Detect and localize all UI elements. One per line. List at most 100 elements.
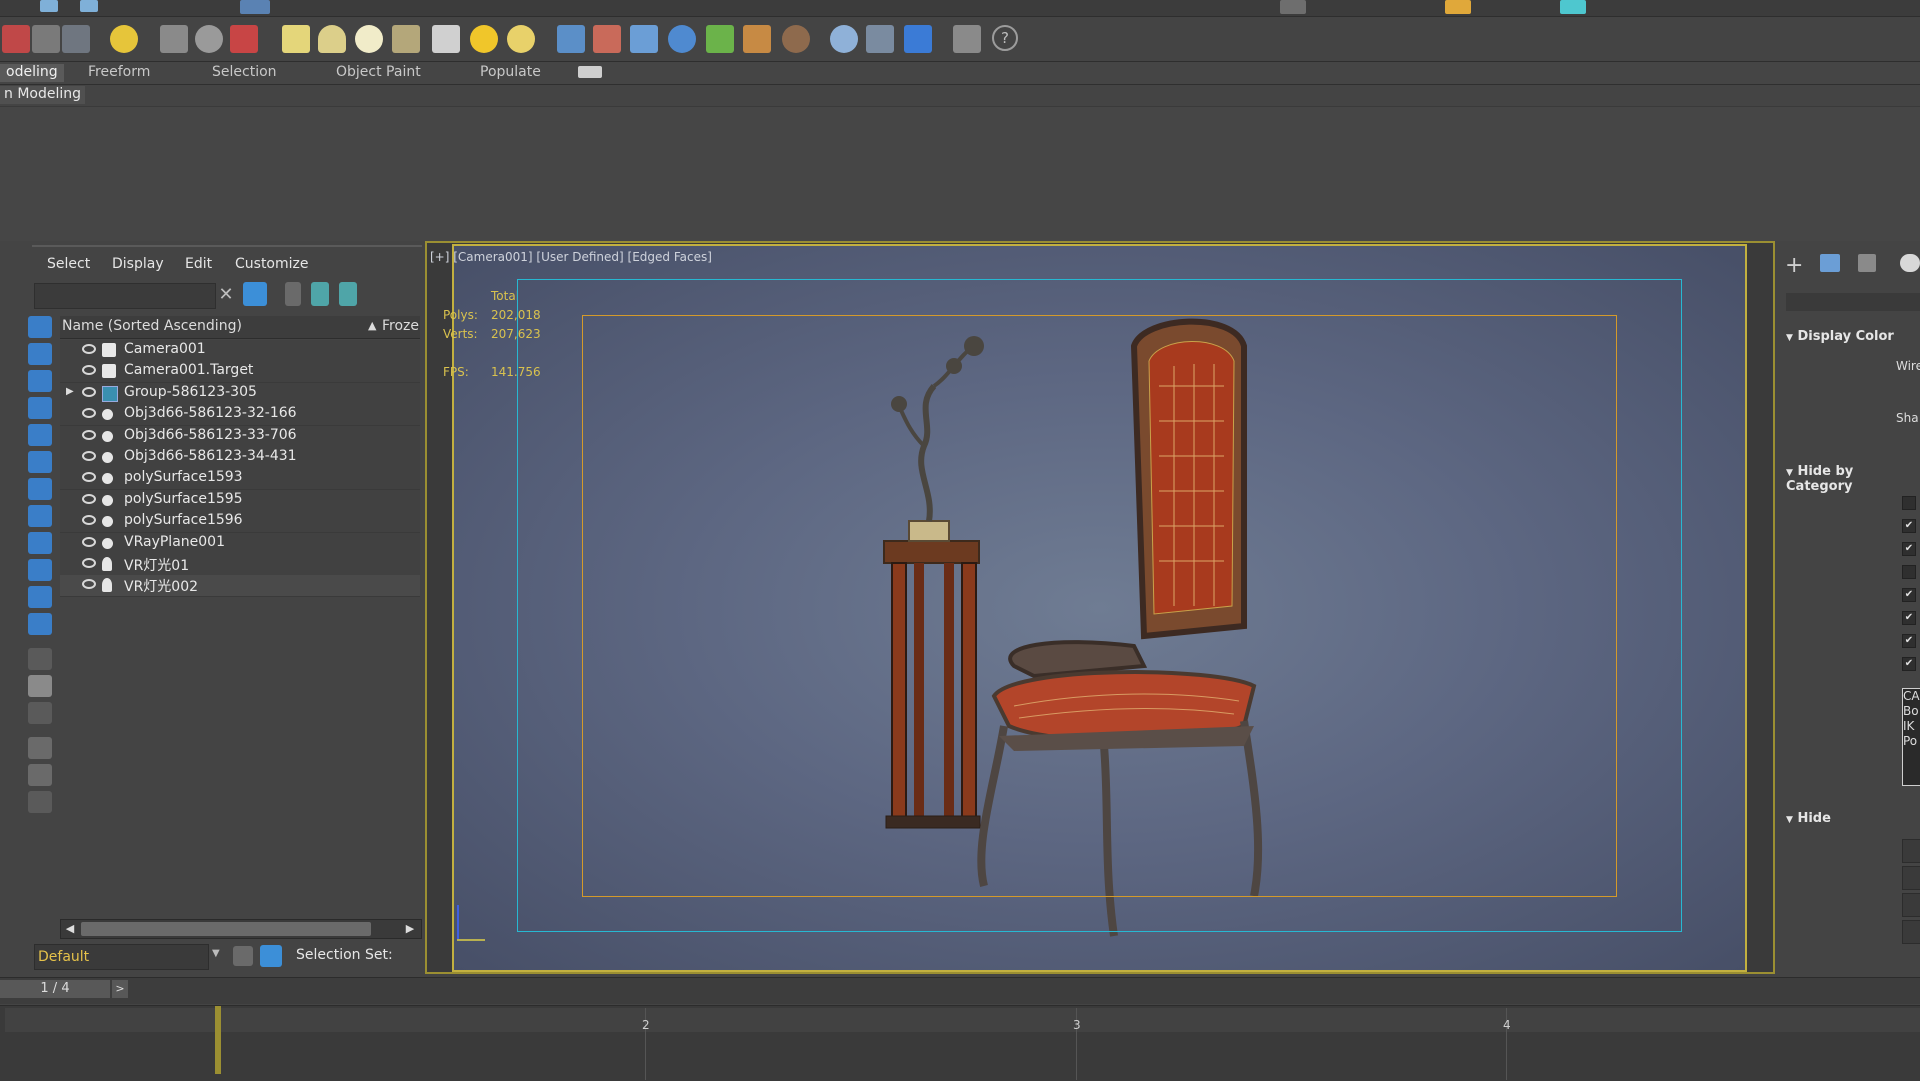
explorer-grip[interactable] bbox=[32, 245, 422, 247]
column-name[interactable]: Name (Sorted Ascending) bbox=[62, 318, 242, 334]
plane-icon[interactable] bbox=[282, 25, 310, 53]
filter-toggle-icon[interactable] bbox=[28, 764, 52, 786]
menu-edit[interactable]: Edit bbox=[185, 256, 212, 272]
layers-icon[interactable] bbox=[233, 946, 253, 966]
category-item[interactable]: IK bbox=[1903, 719, 1920, 734]
category-checkbox[interactable]: ✔ bbox=[1902, 519, 1916, 533]
script-icon[interactable] bbox=[953, 25, 981, 53]
lock-icon[interactable] bbox=[285, 282, 301, 306]
visibility-eye-icon[interactable] bbox=[82, 429, 96, 440]
texture-icon[interactable] bbox=[782, 25, 810, 53]
search-input[interactable] bbox=[34, 283, 216, 309]
layer-icon[interactable] bbox=[2, 25, 30, 53]
material-icon[interactable] bbox=[195, 25, 223, 53]
hide-unselected-button[interactable] bbox=[1902, 866, 1920, 890]
visibility-eye-icon[interactable] bbox=[82, 536, 96, 547]
subtab-polygon-modeling[interactable]: n Modeling bbox=[0, 86, 86, 104]
visibility-eye-icon[interactable] bbox=[82, 579, 96, 590]
table-row[interactable]: VR灯光01 bbox=[60, 554, 420, 576]
rollout-hide[interactable]: ▼ Hide bbox=[1786, 811, 1920, 826]
spacewarp-filter-icon[interactable] bbox=[28, 451, 52, 473]
hair-icon[interactable] bbox=[743, 25, 771, 53]
object-name[interactable]: polySurface1596 bbox=[124, 512, 243, 528]
dome-icon[interactable] bbox=[318, 25, 346, 53]
viewport-label[interactable]: [+] [Camera001] [User Defined] [Edged Fa… bbox=[430, 250, 712, 264]
visibility-eye-icon[interactable] bbox=[82, 344, 96, 354]
table-row[interactable]: Obj3d66-586123-32-166 bbox=[60, 404, 420, 427]
table-row[interactable]: VRayPlane001 bbox=[60, 532, 420, 555]
hide-by-name-button[interactable] bbox=[1902, 893, 1920, 917]
material-editor-icon[interactable] bbox=[866, 25, 894, 53]
tab-selection[interactable]: Selection bbox=[212, 64, 277, 82]
container-filter-icon[interactable] bbox=[28, 559, 52, 581]
light-filter-icon[interactable] bbox=[28, 370, 52, 392]
visibility-eye-icon[interactable] bbox=[82, 515, 96, 526]
object-name[interactable]: Camera001 bbox=[124, 341, 206, 357]
cone-icon[interactable] bbox=[432, 25, 460, 53]
ribbon-options-icon[interactable] bbox=[578, 66, 602, 78]
visibility-eye-icon[interactable] bbox=[82, 386, 96, 397]
filter-icon[interactable] bbox=[243, 282, 267, 306]
table-row[interactable]: polySurface1593 bbox=[60, 468, 420, 491]
render-frame-icon[interactable] bbox=[1560, 0, 1586, 14]
frame-counter[interactable]: 1 / 4 bbox=[0, 980, 110, 998]
scroll-right-icon[interactable]: ▶ bbox=[401, 920, 419, 938]
object-name[interactable]: polySurface1595 bbox=[124, 491, 243, 507]
xref-filter-icon[interactable] bbox=[28, 505, 52, 527]
ies-light-icon[interactable] bbox=[507, 25, 535, 53]
light-bulb-icon[interactable] bbox=[110, 25, 138, 53]
object-name-field[interactable] bbox=[1786, 293, 1920, 311]
selection-set-icon[interactable] bbox=[28, 791, 52, 813]
geometry-filter-icon[interactable] bbox=[28, 316, 52, 338]
menu-select[interactable]: Select bbox=[47, 256, 90, 272]
menu-display[interactable]: Display bbox=[112, 256, 164, 272]
category-checkbox[interactable]: ✔ bbox=[1902, 542, 1916, 556]
expand-arrow-icon[interactable]: ▶ bbox=[66, 386, 74, 397]
table-row[interactable]: Camera001 bbox=[60, 340, 420, 362]
grass-icon[interactable] bbox=[706, 25, 734, 53]
layer-dropdown[interactable]: Default bbox=[34, 944, 209, 970]
object-name[interactable]: Camera001.Target bbox=[124, 362, 253, 378]
camera-filter-icon[interactable] bbox=[28, 397, 52, 419]
display-all-icon[interactable] bbox=[28, 648, 52, 670]
category-checkbox[interactable]: ✔ bbox=[1902, 611, 1916, 625]
gear-cloud-icon[interactable] bbox=[668, 25, 696, 53]
hide-selected-button[interactable] bbox=[1902, 839, 1920, 863]
frozen-filter-icon[interactable] bbox=[28, 586, 52, 608]
visibility-eye-icon[interactable] bbox=[82, 472, 96, 483]
tab-populate[interactable]: Populate bbox=[480, 64, 541, 82]
category-checkbox[interactable] bbox=[1902, 565, 1916, 579]
visibility-eye-icon[interactable] bbox=[82, 365, 96, 376]
object-name[interactable]: VRayPlane001 bbox=[124, 534, 225, 550]
hierarchy-tab-icon[interactable] bbox=[1858, 254, 1876, 272]
scroll-left-icon[interactable]: ◀ bbox=[61, 920, 79, 938]
tab-modeling[interactable]: odeling bbox=[0, 64, 64, 82]
next-frame-button[interactable]: > bbox=[112, 980, 128, 998]
help-icon[interactable]: ? bbox=[992, 25, 1018, 51]
helper-filter-icon[interactable] bbox=[28, 424, 52, 446]
hidden-filter-icon[interactable] bbox=[28, 613, 52, 635]
align-icon[interactable] bbox=[1280, 0, 1306, 14]
shape-filter-icon[interactable] bbox=[28, 343, 52, 365]
table-row[interactable]: Obj3d66-586123-34-431 bbox=[60, 447, 420, 469]
display-invert-icon[interactable] bbox=[28, 702, 52, 724]
category-checkbox[interactable] bbox=[1902, 496, 1916, 510]
layer-dropdown-arrow-icon[interactable]: ▼ bbox=[212, 948, 220, 959]
teapot-icon[interactable] bbox=[392, 25, 420, 53]
visibility-eye-icon[interactable] bbox=[82, 493, 96, 504]
category-checkbox[interactable]: ✔ bbox=[1902, 657, 1916, 671]
sun-icon[interactable] bbox=[470, 25, 498, 53]
material-ball-icon[interactable] bbox=[830, 25, 858, 53]
table-row[interactable]: polySurface1595 bbox=[60, 489, 420, 512]
table-row[interactable]: polySurface1596 bbox=[60, 511, 420, 534]
tree-scrollbar[interactable]: ◀ ▶ bbox=[60, 919, 422, 939]
sphere-light-icon[interactable] bbox=[355, 25, 383, 53]
hierarchy-view-icon[interactable] bbox=[260, 945, 282, 967]
category-checkbox[interactable]: ✔ bbox=[1902, 588, 1916, 602]
object-name[interactable]: VR灯光002 bbox=[124, 576, 198, 596]
category-item[interactable]: Bo bbox=[1903, 704, 1920, 719]
tab-object-paint[interactable]: Object Paint bbox=[336, 64, 421, 82]
render-setup-icon[interactable] bbox=[1445, 0, 1471, 14]
expand-hierarchy-icon[interactable] bbox=[339, 282, 357, 306]
clear-search-icon[interactable]: ✕ bbox=[214, 283, 238, 307]
